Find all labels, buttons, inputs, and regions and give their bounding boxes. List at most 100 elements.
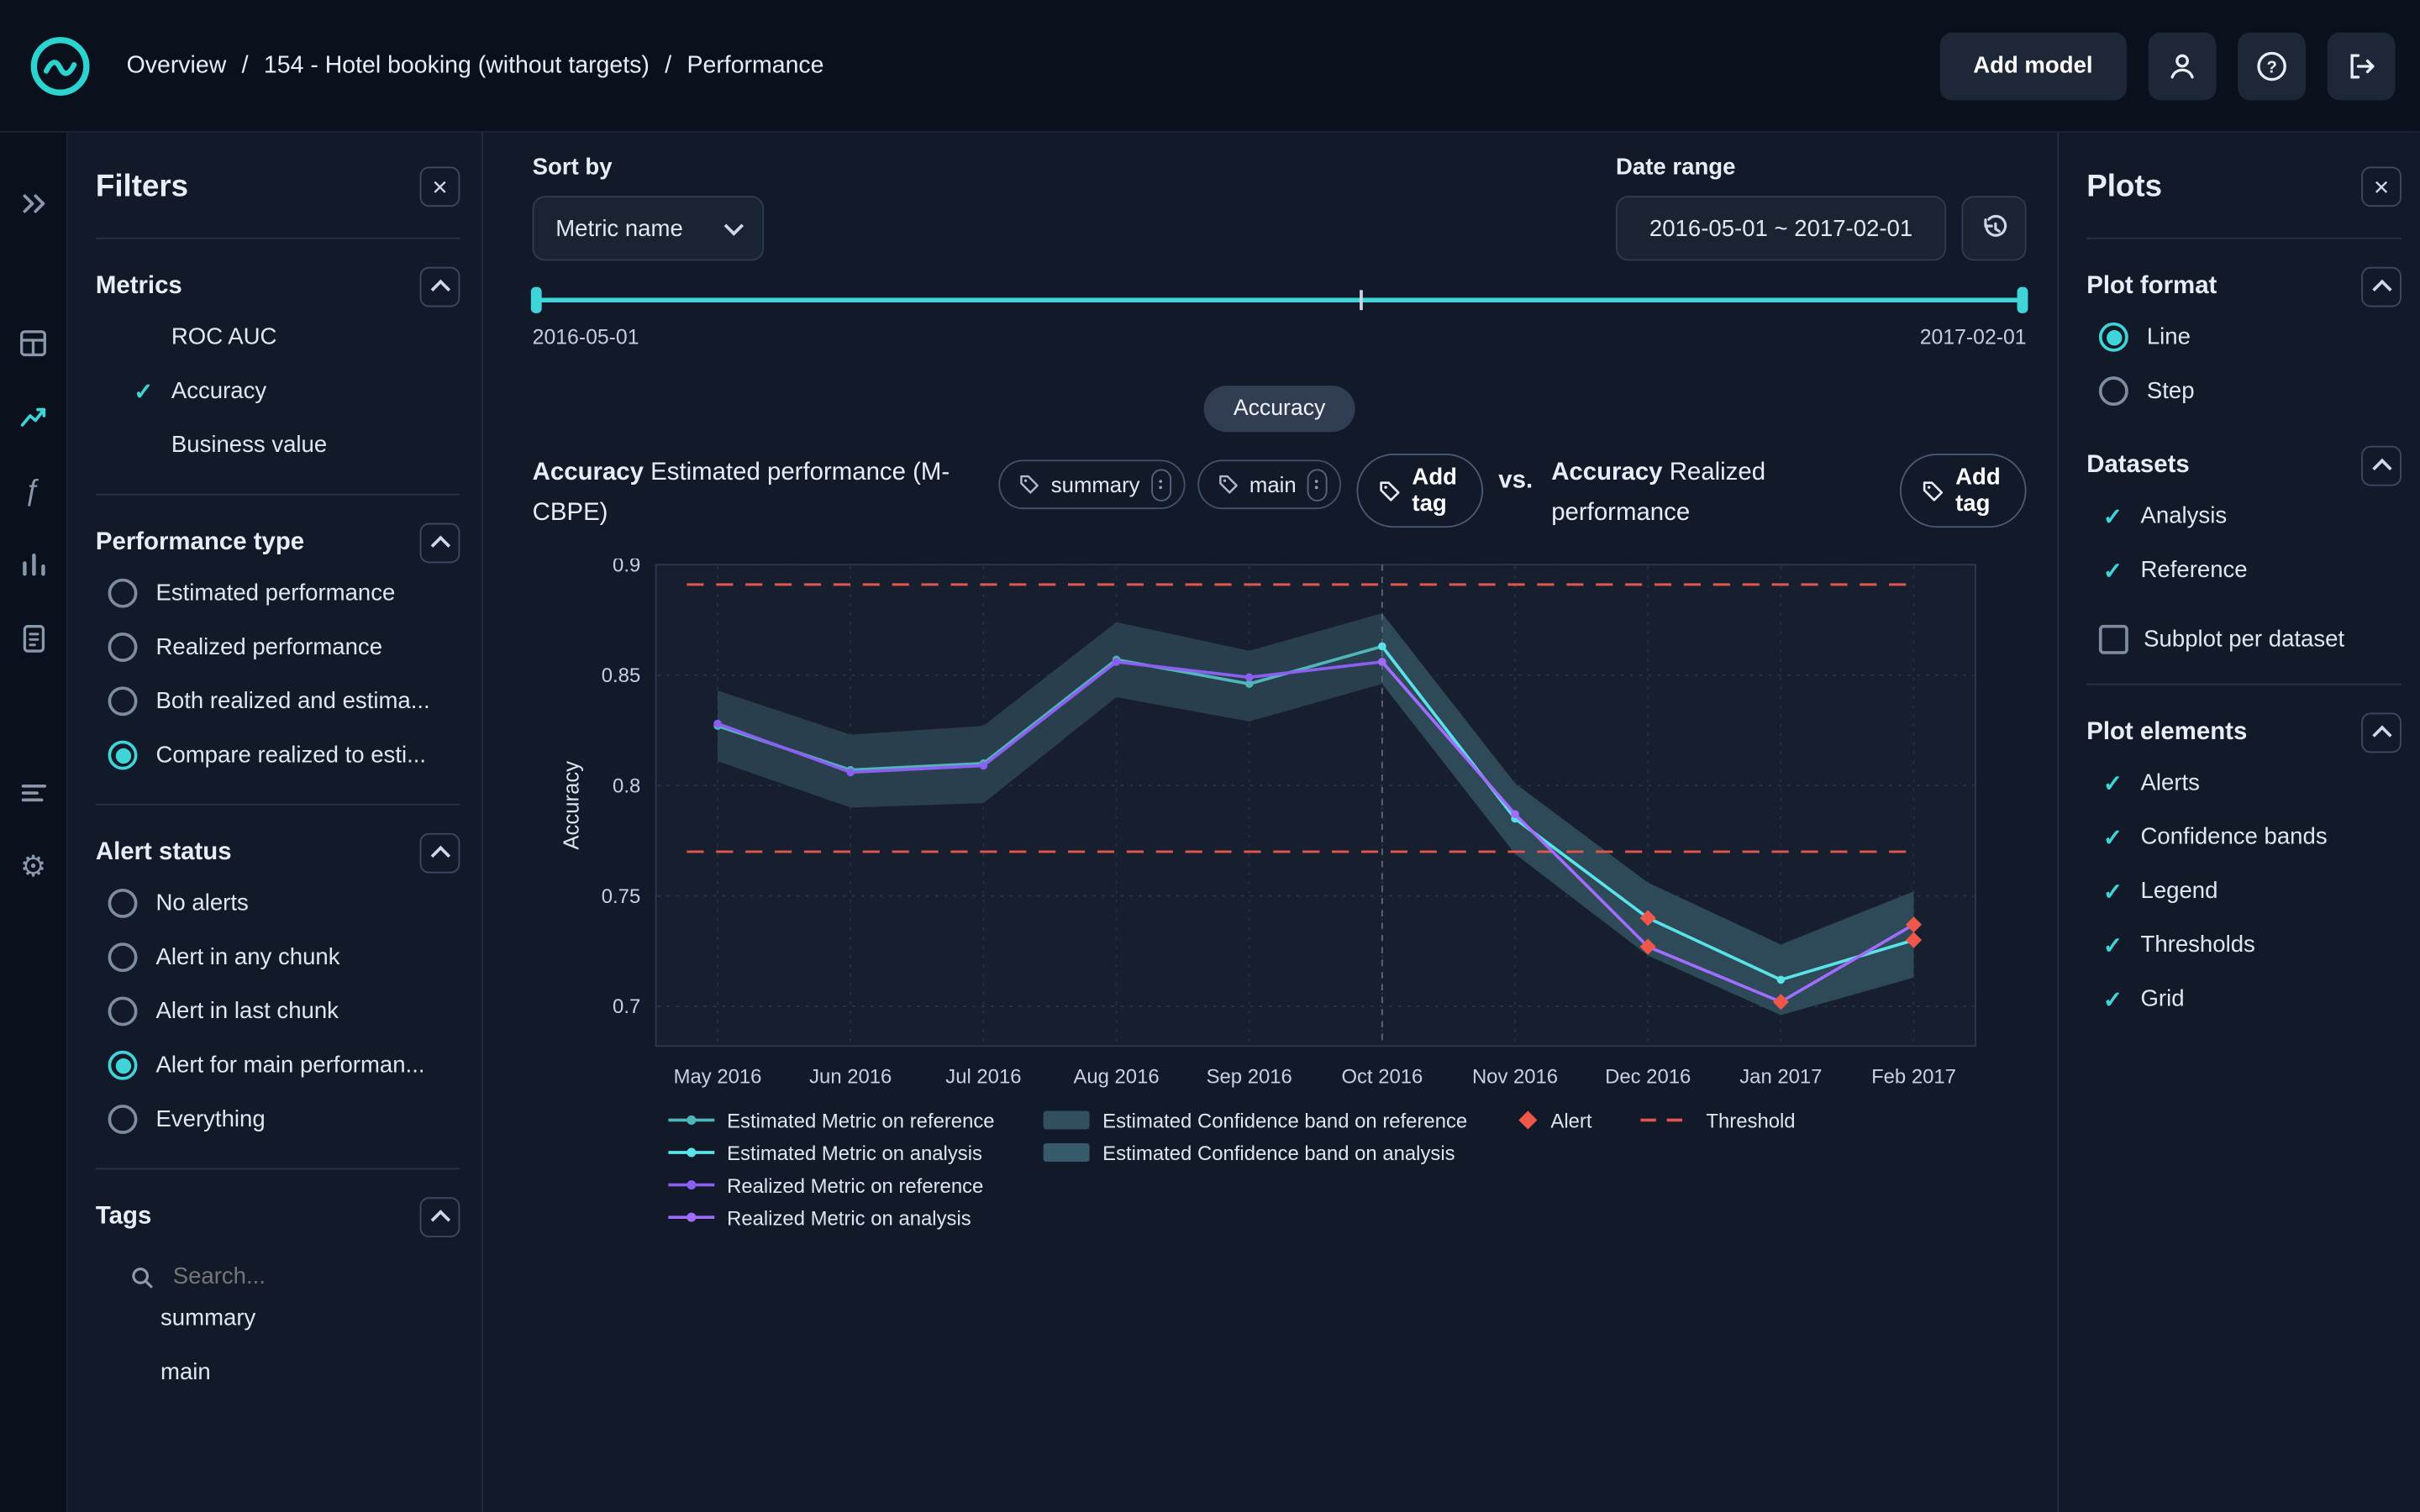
metric-option-accuracy[interactable]: ✓ Accuracy <box>96 364 460 417</box>
metrics-collapse-button[interactable] <box>420 267 460 307</box>
logout-button[interactable] <box>2328 32 2396 100</box>
chevron-up-icon <box>430 1210 450 1229</box>
performance-type-option-realized[interactable]: Realized performance <box>96 620 460 674</box>
account-button[interactable] <box>2149 32 2217 100</box>
add-tag-button-estimated[interactable]: Add tag <box>1356 454 1483 528</box>
slider-track[interactable] <box>535 297 2023 302</box>
sort-by-label: Sort by <box>533 155 765 181</box>
vs-label: vs. <box>1498 468 1533 496</box>
legend-item[interactable]: Estimated Metric on analysis <box>668 1142 994 1163</box>
sidebar-item-performance[interactable] <box>3 386 64 447</box>
sidebar-item-summary[interactable] <box>3 312 64 373</box>
alert-status-option-no-alerts[interactable]: No alerts <box>96 876 460 930</box>
plot-element-grid[interactable]: ✓ Grid <box>2086 972 2402 1026</box>
tag-list-item-summary[interactable]: summary <box>96 1291 460 1345</box>
sidebar-item-distribution[interactable] <box>3 533 64 595</box>
legend-item[interactable]: Alert <box>1517 1110 1592 1131</box>
plot-format-option-step[interactable]: Step <box>2086 364 2402 417</box>
metric-option-roc-auc[interactable]: ROC AUC <box>96 310 460 364</box>
legend-item[interactable]: Realized Metric on analysis <box>668 1206 994 1228</box>
slider-handle-end[interactable] <box>2018 287 2028 313</box>
legend-item[interactable]: Realized Metric on reference <box>668 1174 994 1196</box>
legend-item[interactable]: Estimated Confidence band on analysis <box>1044 1142 1467 1163</box>
legend-label: Estimated Confidence band on reference <box>1102 1109 1467 1132</box>
dataset-option-analysis[interactable]: ✓ Analysis <box>2086 489 2402 543</box>
radio-label: Alert for main performan... <box>156 1053 425 1079</box>
performance-chart[interactable]: 0.70.750.80.850.9May 2016Jun 2016Jul 201… <box>533 559 2027 1106</box>
tag-icon <box>1217 474 1239 496</box>
breadcrumb-separator: / <box>242 52 249 80</box>
plots-close-button[interactable]: ✕ <box>2361 166 2402 207</box>
estimated-plot-title: Accuracy Estimated performance (M-CBPE) <box>533 454 983 534</box>
sort-by-select[interactable]: Metric name <box>533 196 765 260</box>
tag-chip-main[interactable]: main <box>1197 459 1340 509</box>
alert-status-option-main-performance[interactable]: Alert for main performan... <box>96 1038 460 1092</box>
sidebar-item-reports[interactable] <box>3 608 64 669</box>
divider <box>96 494 460 496</box>
slider-handle-start[interactable] <box>531 287 542 313</box>
chevron-up-icon <box>2371 459 2391 478</box>
sidebar-item-settings[interactable]: ⚙ <box>3 836 64 897</box>
radio-label: Alert in last chunk <box>156 998 339 1024</box>
legend-swatch <box>1517 1110 1539 1131</box>
legend-swatch <box>1641 1116 1693 1125</box>
breadcrumb-model[interactable]: 154 - Hotel booking (without targets) <box>264 52 650 80</box>
alert-status-option-everything[interactable]: Everything <box>96 1092 460 1146</box>
performance-type-option-compare[interactable]: Compare realized to esti... <box>96 728 460 782</box>
plot-element-label: Confidence bands <box>2141 824 2328 850</box>
breadcrumb-overview[interactable]: Overview <box>127 52 227 80</box>
dataset-label: Analysis <box>2141 503 2228 529</box>
checkbox-icon <box>2099 624 2128 654</box>
legend-item[interactable]: Estimated Confidence band on reference <box>1044 1110 1467 1131</box>
performance-type-option-estimated[interactable]: Estimated performance <box>96 566 460 620</box>
date-range-slider[interactable] <box>533 286 2027 315</box>
close-icon: ✕ <box>2373 176 2390 197</box>
sidebar-item-concept-drift[interactable]: ƒ <box>3 459 64 521</box>
double-chevron-right-icon <box>19 193 47 215</box>
alert-status-collapse-button[interactable] <box>420 833 460 874</box>
reset-date-range-button[interactable] <box>1961 196 2026 260</box>
tag-chip-summary[interactable]: summary <box>998 459 1184 509</box>
tag-list-item-main[interactable]: main <box>96 1346 460 1399</box>
radio-selected-icon <box>2099 323 2128 352</box>
radio-label: Realized performance <box>156 634 383 660</box>
performance-type-collapse-button[interactable] <box>420 523 460 564</box>
close-icon: ✕ <box>431 176 448 197</box>
plot-format-option-line[interactable]: Line <box>2086 310 2402 364</box>
chip-handle-icon <box>1150 468 1171 501</box>
help-button[interactable]: ? <box>2238 32 2306 100</box>
metric-option-business-value[interactable]: Business value <box>96 418 460 472</box>
performance-chart-svg[interactable]: 0.70.750.80.850.9May 2016Jun 2016Jul 201… <box>533 559 2027 1099</box>
plot-element-legend[interactable]: ✓ Legend <box>2086 864 2402 918</box>
tags-search-input[interactable] <box>170 1262 408 1291</box>
dataset-option-reference[interactable]: ✓ Reference <box>2086 543 2402 597</box>
legend-item[interactable]: Threshold <box>1641 1110 1795 1131</box>
radio-icon <box>2099 376 2128 406</box>
legend-label: Estimated Metric on analysis <box>727 1141 982 1164</box>
plot-element-alerts[interactable]: ✓ Alerts <box>2086 756 2402 810</box>
plot-elements-collapse-button[interactable] <box>2361 713 2402 753</box>
sidebar-item-logs[interactable] <box>3 762 64 823</box>
add-tag-button-realized[interactable]: Add tag <box>1900 454 2027 528</box>
datasets-section-title: Datasets <box>2086 452 2190 480</box>
plot-element-confidence-bands[interactable]: ✓ Confidence bands <box>2086 810 2402 864</box>
plot-element-thresholds[interactable]: ✓ Thresholds <box>2086 918 2402 972</box>
filters-title: Filters <box>96 169 188 204</box>
alert-status-option-last-chunk[interactable]: Alert in last chunk <box>96 984 460 1038</box>
add-model-button[interactable]: Add model <box>1939 32 2127 100</box>
date-range-input[interactable]: 2016-05-01 ~ 2017-02-01 <box>1616 196 1946 260</box>
filters-close-button[interactable]: ✕ <box>420 166 460 207</box>
alert-status-option-any-chunk[interactable]: Alert in any chunk <box>96 931 460 984</box>
legend-item[interactable]: Estimated Metric on reference <box>668 1110 994 1131</box>
expand-sidebar-button[interactable] <box>3 173 64 234</box>
performance-type-option-both[interactable]: Both realized and estima... <box>96 675 460 728</box>
legend-label: Realized Metric on reference <box>727 1173 983 1197</box>
tags-collapse-button[interactable] <box>420 1197 460 1237</box>
datasets-collapse-button[interactable] <box>2361 446 2402 486</box>
logo[interactable] <box>24 30 95 101</box>
svg-text:0.85: 0.85 <box>602 664 640 687</box>
plot-format-collapse-button[interactable] <box>2361 267 2402 307</box>
subplot-per-dataset-option[interactable]: Subplot per dataset <box>2086 616 2402 662</box>
icon-rail: ƒ ⚙ <box>0 133 68 1512</box>
svg-text:Dec 2016: Dec 2016 <box>1605 1065 1691 1088</box>
